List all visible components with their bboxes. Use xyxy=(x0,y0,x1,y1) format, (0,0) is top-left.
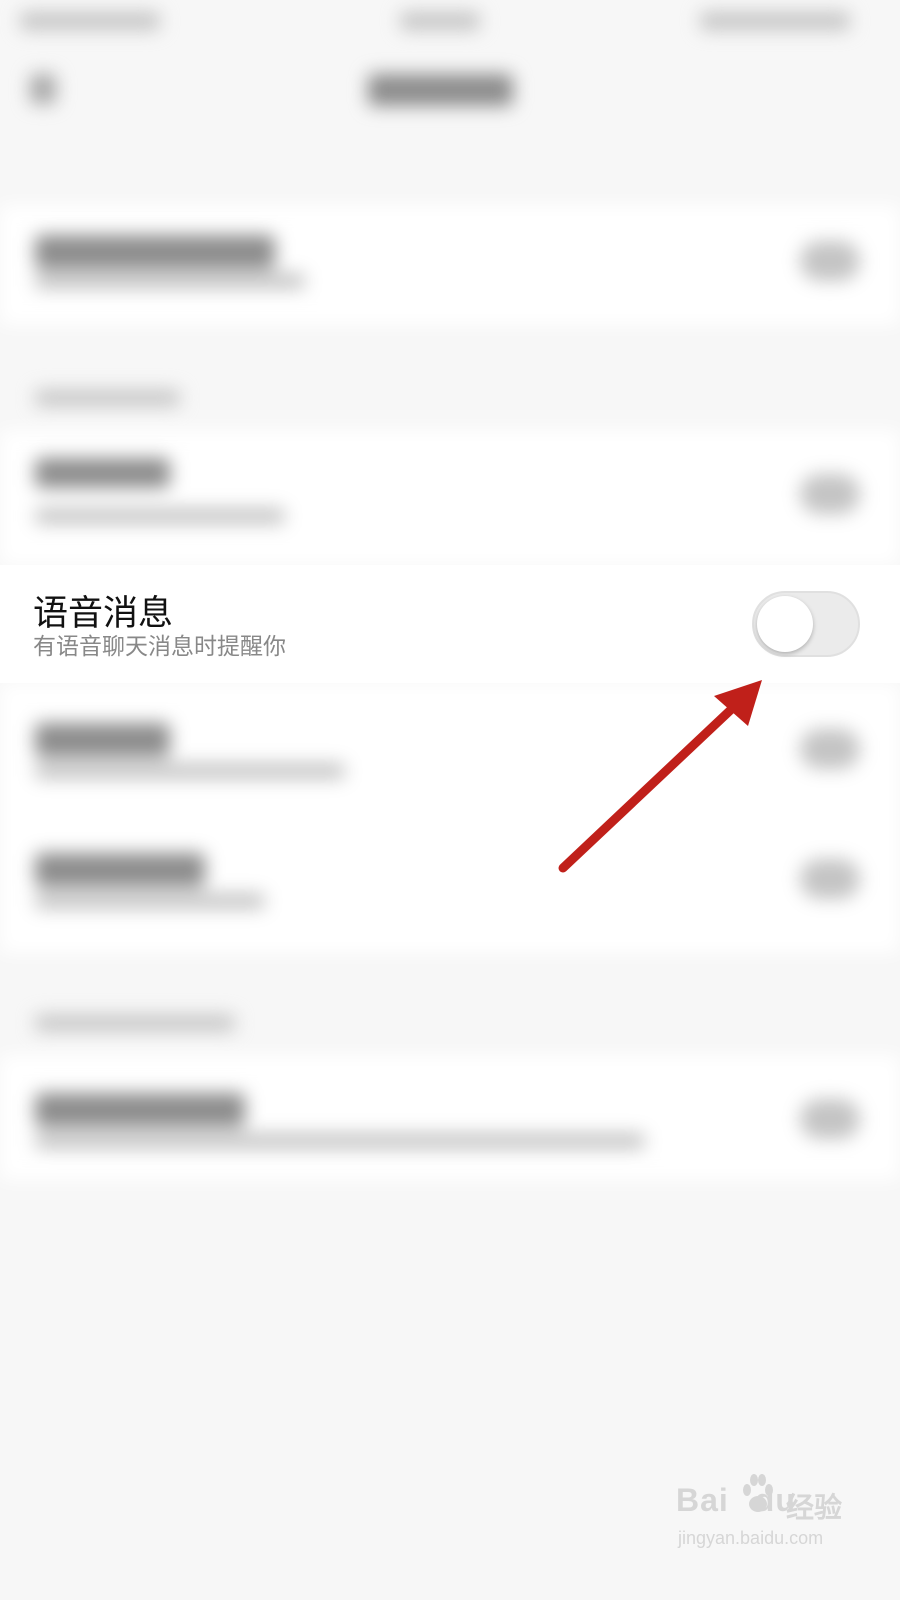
setting-description: 有语音聊天消息时提醒你 xyxy=(33,634,286,660)
toggle-switch[interactable] xyxy=(800,474,860,514)
section-header xyxy=(0,380,900,420)
toggle-switch[interactable] xyxy=(800,729,860,769)
status-bar xyxy=(0,0,900,44)
setting-title: 语音消息 xyxy=(33,594,174,634)
nav-bar xyxy=(0,44,900,164)
paw-icon xyxy=(743,1474,773,1512)
watermark-logo: Bai du xyxy=(676,1482,796,1518)
watermark-url: jingyan.baidu.com xyxy=(678,1528,824,1548)
voice-message-toggle[interactable] xyxy=(752,591,860,657)
settings-card xyxy=(0,1055,900,1180)
section-header xyxy=(0,1005,900,1045)
settings-page: 语音消息 有语音聊天消息时提醒你 Bai du 经验 jingyan.baidu.… xyxy=(0,0,900,1600)
toggle-switch[interactable] xyxy=(800,859,860,899)
toggle-knob xyxy=(757,596,813,652)
voice-message-setting-row: 语音消息 有语音聊天消息时提醒你 xyxy=(0,565,900,683)
page-title xyxy=(368,74,513,106)
settings-card xyxy=(0,430,900,565)
toggle-switch[interactable] xyxy=(800,1099,860,1139)
toggle-switch[interactable] xyxy=(800,241,860,281)
back-icon[interactable] xyxy=(30,74,56,104)
settings-card xyxy=(0,205,900,325)
watermark-cn-text: 经验 xyxy=(786,1491,843,1524)
baidu-jingyan-watermark: Bai du 经验 jingyan.baidu.com xyxy=(676,1472,876,1582)
settings-card xyxy=(0,683,900,953)
